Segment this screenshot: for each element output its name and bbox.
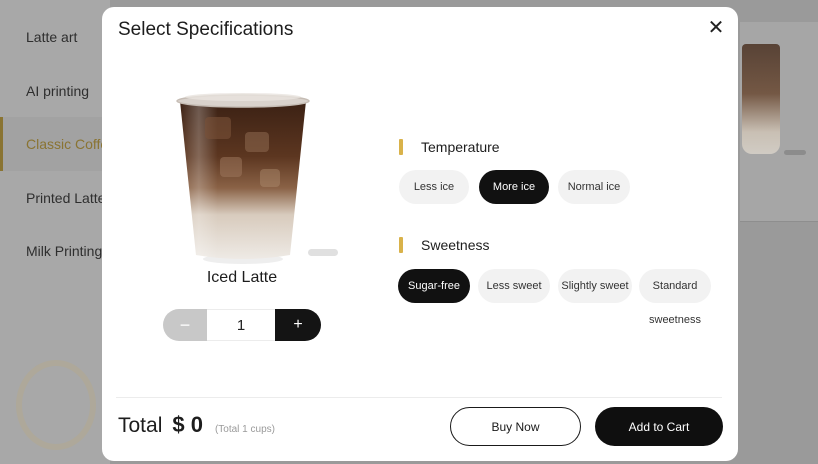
sweetness-label: Sweetness: [421, 237, 490, 253]
increment-button[interactable]: +: [275, 309, 321, 341]
category-sidebar: Latte art AI printing Classic Coffee Pri…: [0, 0, 110, 464]
background-pill: [784, 150, 806, 155]
quantity-stepper: − 1 +: [163, 309, 321, 341]
option-normal-ice[interactable]: Normal ice: [558, 170, 630, 204]
sweetness-heading: Sweetness: [399, 237, 489, 253]
decorative-logo: [16, 360, 96, 450]
product-name: Iced Latte: [206, 269, 278, 286]
temperature-label: Temperature: [421, 139, 500, 155]
sidebar-item-milk-printing[interactable]: Milk Printing: [0, 224, 110, 278]
background-product-image: [742, 44, 780, 154]
order-total: Total $ 0 (Total 1 cups): [118, 412, 275, 438]
accent-bar: [399, 237, 403, 253]
close-icon[interactable]: ✕: [704, 15, 728, 39]
total-cups: (Total 1 cups): [214, 424, 275, 435]
sidebar-item-classic-coffee[interactable]: Classic Coffee: [0, 117, 110, 171]
specifications-modal: Select Specifications ✕ Iced Latte − 1 +…: [102, 7, 738, 461]
add-to-cart-button[interactable]: Add to Cart: [595, 407, 723, 446]
sidebar-item-ai-printing[interactable]: AI printing: [0, 64, 110, 118]
image-indicator: [308, 249, 338, 256]
option-slightly-sweet[interactable]: Slightly sweet: [558, 269, 632, 303]
modal-title: Select Specifications: [118, 19, 294, 40]
total-label: Total: [118, 414, 163, 437]
quantity-value: 1: [207, 309, 275, 341]
decrement-button[interactable]: −: [163, 309, 207, 341]
option-sugar-free[interactable]: Sugar-free: [398, 269, 470, 303]
option-less-sweet[interactable]: Less sweet: [478, 269, 550, 303]
accent-bar: [399, 139, 403, 155]
product-image: [150, 77, 336, 267]
option-standard-sweetness-overflow: sweetness: [649, 314, 701, 326]
total-amount: $ 0: [172, 412, 203, 437]
sidebar-item-latte-art[interactable]: Latte art: [0, 10, 110, 64]
temperature-heading: Temperature: [399, 139, 500, 155]
buy-now-button[interactable]: Buy Now: [450, 407, 581, 446]
footer-divider: [116, 397, 722, 398]
option-standard-sweetness[interactable]: Standard: [639, 269, 711, 303]
option-more-ice[interactable]: More ice: [479, 170, 549, 204]
sidebar-item-printed-latte[interactable]: Printed Latte: [0, 171, 110, 225]
option-less-ice[interactable]: Less ice: [399, 170, 469, 204]
